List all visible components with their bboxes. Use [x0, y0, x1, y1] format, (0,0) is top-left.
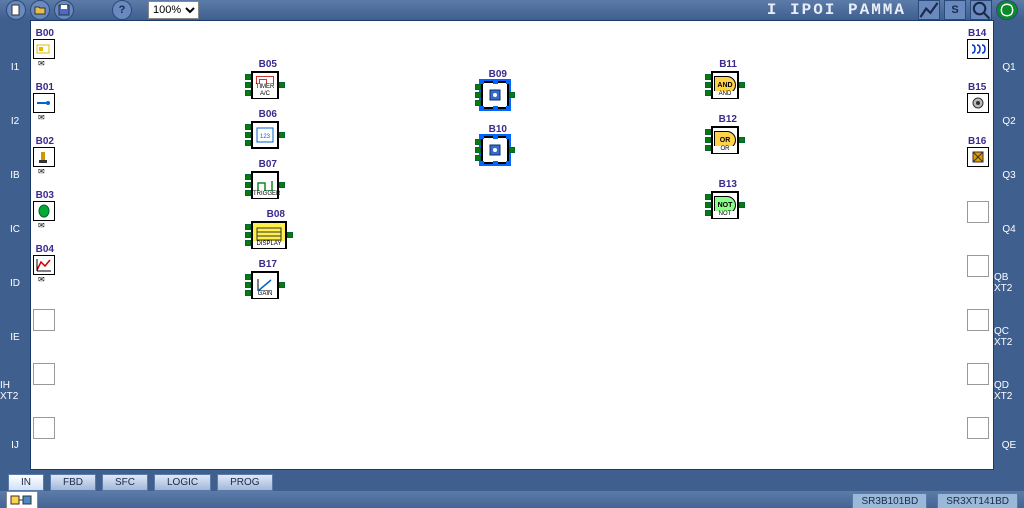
- empty-output-slot[interactable]: [967, 417, 989, 439]
- top-toolbar: ? 100% I IPOI PAMMA S: [0, 0, 1024, 20]
- fbd-canvas[interactable]: B00✉B01✉B02✉B03✉B04✉B14B15B16B05TIMER A/…: [31, 21, 993, 469]
- output-label: QE: [994, 418, 1024, 472]
- block-id-label: B12: [719, 114, 737, 125]
- input-label: I2: [0, 94, 30, 148]
- output-label: Q3: [994, 148, 1024, 202]
- tab-sfc[interactable]: SFC: [102, 474, 148, 491]
- status-chip-icon[interactable]: [6, 491, 38, 508]
- input-label: IC: [0, 202, 30, 256]
- block-caption: AND: [713, 91, 737, 98]
- main-area: I1I2IBICIDIEIH XT2IJ B00✉B01✉B02✉B03✉B04…: [0, 20, 1024, 474]
- tab-prog[interactable]: PROG: [217, 474, 272, 491]
- input-port[interactable]: B04✉: [33, 255, 55, 275]
- block-caption: OR: [713, 146, 737, 153]
- block-id-label: B02: [36, 136, 54, 147]
- block-id-label: B11: [719, 59, 737, 70]
- fbd-block-mux[interactable]: B09: [481, 81, 509, 109]
- tab-logic[interactable]: LOGIC: [154, 474, 211, 491]
- input-label: IH XT2: [0, 364, 30, 418]
- output-port[interactable]: B14: [967, 39, 989, 59]
- block-caption: TIMER A/C: [253, 84, 277, 98]
- output-rail: Q1Q2Q3Q4QB XT2QC XT2QD XT2QE: [994, 20, 1024, 474]
- bottom-tabs: IN FBD SFC LOGIC PROG: [0, 474, 1024, 491]
- device-badge-2[interactable]: SR3XT141BD: [937, 493, 1018, 508]
- block-caption: DISPLAY: [253, 241, 285, 248]
- empty-output-slot[interactable]: [967, 255, 989, 277]
- output-label: QB XT2: [994, 256, 1024, 310]
- zoom-select[interactable]: 100%: [148, 1, 199, 19]
- empty-input-slot[interactable]: [33, 309, 55, 331]
- help-button[interactable]: ?: [112, 0, 132, 20]
- block-id-label: B15: [968, 82, 986, 93]
- input-label: IE: [0, 310, 30, 364]
- empty-input-slot[interactable]: [33, 363, 55, 385]
- block-id-label: B03: [36, 190, 54, 201]
- mail-icon: ✉: [38, 113, 45, 122]
- fbd-block-timer[interactable]: B05TIMER A/C: [251, 71, 279, 99]
- block-id-label: B06: [259, 109, 277, 120]
- output-label: QC XT2: [994, 310, 1024, 364]
- block-id-label: B00: [36, 28, 54, 39]
- fbd-block-counter[interactable]: B06123: [251, 121, 279, 149]
- block-caption: TRIGGER: [253, 191, 277, 198]
- save-file-button[interactable]: [54, 0, 74, 20]
- mail-icon: ✉: [38, 275, 45, 284]
- block-caption: NOT: [713, 211, 737, 218]
- output-port[interactable]: B16: [967, 147, 989, 167]
- fbd-block-gain[interactable]: B17GAIN: [251, 271, 279, 299]
- empty-output-slot[interactable]: [967, 363, 989, 385]
- input-rail: I1I2IBICIDIEIH XT2IJ: [0, 20, 30, 474]
- status-bar: SR3B101BD SR3XT141BD: [0, 491, 1024, 508]
- brand-label: I IPOI PAMMA: [767, 1, 906, 19]
- mail-icon: ✉: [38, 59, 45, 68]
- block-id-label: B16: [968, 136, 986, 147]
- svg-text:123: 123: [260, 134, 271, 140]
- block-id-label: B08: [267, 209, 285, 220]
- search-button[interactable]: [970, 0, 992, 20]
- input-port[interactable]: B00✉: [33, 39, 55, 59]
- block-id-label: B13: [719, 179, 737, 190]
- block-id-label: B04: [36, 244, 54, 255]
- fbd-block-not[interactable]: B13NOTNOT: [711, 191, 739, 219]
- empty-output-slot[interactable]: [967, 309, 989, 331]
- open-file-button[interactable]: [30, 0, 50, 20]
- block-id-label: B07: [259, 159, 277, 170]
- block-id-label: B17: [259, 259, 277, 270]
- output-label: Q1: [994, 40, 1024, 94]
- block-id-label: B14: [968, 28, 986, 39]
- empty-input-slot[interactable]: [33, 417, 55, 439]
- mail-icon: ✉: [38, 221, 45, 230]
- block-id-label: B01: [36, 82, 54, 93]
- output-label: QD XT2: [994, 364, 1024, 418]
- input-label: IJ: [0, 418, 30, 472]
- output-label: Q4: [994, 202, 1024, 256]
- input-label: I1: [0, 40, 30, 94]
- s-mode-button[interactable]: S: [944, 0, 966, 20]
- chart-mode-button[interactable]: [918, 0, 940, 20]
- empty-output-slot[interactable]: [967, 201, 989, 223]
- fbd-block-or[interactable]: B12OROR: [711, 126, 739, 154]
- mail-icon: ✉: [38, 167, 45, 176]
- fbd-block-display[interactable]: B08DISPLAY: [251, 221, 287, 249]
- output-port[interactable]: B15: [967, 93, 989, 113]
- block-id-label: B05: [259, 59, 277, 70]
- device-badge-1[interactable]: SR3B101BD: [852, 493, 927, 508]
- fbd-block-mux[interactable]: B10: [481, 136, 509, 164]
- tab-in[interactable]: IN: [8, 474, 44, 491]
- fbd-block-trigger[interactable]: B07TRIGGER: [251, 171, 279, 199]
- canvas-scroll[interactable]: B00✉B01✉B02✉B03✉B04✉B14B15B16B05TIMER A/…: [30, 20, 994, 470]
- input-port[interactable]: B02✉: [33, 147, 55, 167]
- output-label: Q2: [994, 94, 1024, 148]
- input-port[interactable]: B03✉: [33, 201, 55, 221]
- block-caption: GAIN: [253, 291, 277, 298]
- tab-fbd[interactable]: FBD: [50, 474, 96, 491]
- input-label: IB: [0, 148, 30, 202]
- new-file-button[interactable]: [6, 0, 26, 20]
- run-button[interactable]: [996, 0, 1018, 20]
- fbd-block-and[interactable]: B11ANDAND: [711, 71, 739, 99]
- input-port[interactable]: B01✉: [33, 93, 55, 113]
- input-label: ID: [0, 256, 30, 310]
